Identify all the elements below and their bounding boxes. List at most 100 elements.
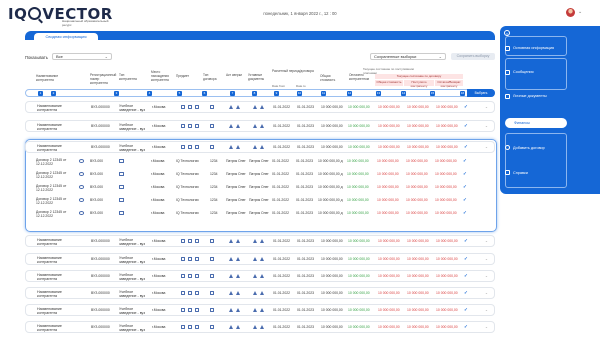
contract-label[interactable]: Договор 2 12345 от 12.12.2022 bbox=[36, 171, 76, 179]
counterparty-name[interactable]: Наименование контрагента bbox=[37, 290, 73, 298]
checkmark-icon[interactable]: ✓ bbox=[463, 158, 467, 164]
warning-icon[interactable] bbox=[236, 145, 240, 149]
counterparty-name[interactable]: Наименование контрагента bbox=[37, 238, 73, 246]
checkmark-icon[interactable]: ✓ bbox=[464, 324, 468, 330]
warning-icon[interactable] bbox=[236, 308, 240, 312]
col-header-type[interactable]: Тип контрагента bbox=[119, 73, 141, 81]
sidebar-item-info[interactable]: Основная информация bbox=[513, 46, 554, 50]
col-header-date-to[interactable]: Date to bbox=[296, 84, 306, 88]
warning-icon[interactable] bbox=[260, 325, 264, 329]
warning-icon[interactable] bbox=[260, 105, 264, 109]
chevron-down-icon[interactable]: ⌄ bbox=[485, 308, 488, 312]
document-icon[interactable] bbox=[181, 124, 185, 128]
document-icon[interactable] bbox=[195, 257, 199, 261]
sidebar-item-finance[interactable]: Финансы bbox=[505, 118, 567, 128]
document-icon[interactable] bbox=[188, 274, 192, 278]
column-number-badge[interactable]: 5 bbox=[177, 91, 182, 96]
file-icon[interactable] bbox=[210, 105, 214, 109]
checkmark-icon[interactable]: ✓ bbox=[464, 104, 468, 110]
warning-icon[interactable] bbox=[229, 239, 233, 243]
warning-icon[interactable] bbox=[236, 257, 240, 261]
table-row[interactable]: Наименование контрагента ВУЗ-000000 Учебно… bbox=[25, 270, 495, 282]
col-header-name[interactable]: Наименование контрагента bbox=[36, 74, 76, 82]
column-number-badge[interactable]: 9 bbox=[274, 91, 279, 96]
column-number-badge[interactable]: 15 bbox=[430, 91, 435, 96]
user-avatar[interactable] bbox=[566, 8, 575, 17]
col-header-address[interactable]: Место нахождения контрагента bbox=[151, 70, 173, 82]
file-icon[interactable] bbox=[210, 308, 214, 312]
chevron-down-icon[interactable]: ⌄ bbox=[485, 105, 488, 109]
warning-icon[interactable] bbox=[229, 274, 233, 278]
saved-selections-select[interactable]: Сохраненные выборки ⌄ bbox=[370, 53, 446, 60]
document-icon[interactable] bbox=[181, 308, 185, 312]
checkmark-icon[interactable]: ✓ bbox=[464, 256, 468, 262]
column-number-badge[interactable]: 3 bbox=[114, 91, 119, 96]
document-icon[interactable] bbox=[195, 308, 199, 312]
checkmark-icon[interactable]: ✓ bbox=[463, 197, 467, 203]
warning-icon[interactable] bbox=[253, 257, 257, 261]
warning-icon[interactable] bbox=[229, 291, 233, 295]
counterparty-name[interactable]: Наименование контрагента bbox=[37, 104, 73, 112]
stamp-icon[interactable] bbox=[119, 210, 124, 215]
document-icon[interactable] bbox=[181, 274, 185, 278]
table-row[interactable]: Наименование контрагента ВУЗ-000000 Учебно… bbox=[25, 101, 495, 113]
tab-summary[interactable]: Сводная информация bbox=[34, 33, 98, 41]
warning-icon[interactable] bbox=[229, 124, 233, 128]
col-header-total[interactable]: Общая стоимость bbox=[375, 80, 403, 86]
warning-icon[interactable] bbox=[260, 274, 264, 278]
sidebar-item-add-contract[interactable]: Добавить договор bbox=[513, 146, 545, 150]
sidebar-item-certificates[interactable]: Справки bbox=[513, 171, 528, 175]
show-select[interactable]: Все ⌄ bbox=[52, 53, 112, 60]
chevron-down-icon[interactable]: ⌄ bbox=[485, 124, 488, 128]
warning-icon[interactable] bbox=[236, 239, 240, 243]
warning-icon[interactable] bbox=[229, 257, 233, 261]
document-icon[interactable] bbox=[195, 325, 199, 329]
checkmark-icon[interactable]: ✓ bbox=[463, 210, 467, 216]
document-icon[interactable] bbox=[188, 124, 192, 128]
chevron-down-icon[interactable]: ⌄ bbox=[485, 145, 488, 149]
col-header-subject[interactable]: Предмет bbox=[176, 74, 196, 78]
col-header-reg[interactable]: Регистрационный номер контрагента bbox=[90, 73, 116, 85]
counterparty-name[interactable]: Наименование контрагента bbox=[37, 256, 73, 264]
save-selection-button[interactable]: Сохранить выборку bbox=[451, 53, 495, 60]
eye-icon[interactable] bbox=[79, 159, 84, 163]
document-icon[interactable] bbox=[195, 274, 199, 278]
document-icon[interactable] bbox=[195, 291, 199, 295]
chevron-down-icon[interactable]: ⌄ bbox=[485, 257, 488, 261]
document-icon[interactable] bbox=[181, 239, 185, 243]
col-header-charter[interactable]: Уставные документы bbox=[248, 73, 268, 81]
document-icon[interactable] bbox=[181, 105, 185, 109]
table-row[interactable]: Наименование контрагента ВУЗ-000000 Учебно… bbox=[25, 120, 495, 132]
document-icon[interactable] bbox=[188, 325, 192, 329]
contract-label[interactable]: Договор 2 12345 от 12.12.2022 bbox=[36, 197, 76, 205]
checkmark-icon[interactable]: ✓ bbox=[464, 307, 468, 313]
table-row[interactable]: Наименование контрагента ВУЗ-000000 Учебно… bbox=[25, 235, 495, 247]
warning-icon[interactable] bbox=[260, 145, 264, 149]
document-icon[interactable] bbox=[188, 145, 192, 149]
counterparty-name[interactable]: Наименование контрагента bbox=[37, 273, 73, 281]
stamp-icon[interactable] bbox=[119, 197, 124, 202]
select-all-button[interactable]: Выбрать bbox=[467, 89, 495, 97]
document-icon[interactable] bbox=[181, 291, 185, 295]
document-icon[interactable] bbox=[181, 145, 185, 149]
document-icon[interactable] bbox=[181, 257, 185, 261]
stamp-icon[interactable] bbox=[119, 158, 124, 163]
chevron-down-icon[interactable]: ⌄ bbox=[485, 325, 488, 329]
warning-icon[interactable] bbox=[260, 308, 264, 312]
sidebar-item-documents[interactable]: Личные документы bbox=[513, 94, 547, 98]
warning-icon[interactable] bbox=[229, 325, 233, 329]
warning-icon[interactable] bbox=[236, 325, 240, 329]
chevron-down-icon[interactable]: ⌄ bbox=[485, 291, 488, 295]
counterparty-name[interactable]: Наименование контрагента bbox=[37, 144, 73, 152]
file-icon[interactable] bbox=[210, 325, 214, 329]
warning-icon[interactable] bbox=[236, 291, 240, 295]
warning-icon[interactable] bbox=[253, 145, 257, 149]
column-number-badge[interactable]: 16 bbox=[460, 91, 465, 96]
warning-icon[interactable] bbox=[236, 274, 240, 278]
chevron-down-icon[interactable]: ⌄ bbox=[485, 239, 488, 243]
warning-icon[interactable] bbox=[253, 239, 257, 243]
warning-icon[interactable] bbox=[260, 239, 264, 243]
checkmark-icon[interactable]: ✓ bbox=[464, 238, 468, 244]
file-icon[interactable] bbox=[210, 291, 214, 295]
column-number-badge[interactable]: 13 bbox=[376, 91, 381, 96]
